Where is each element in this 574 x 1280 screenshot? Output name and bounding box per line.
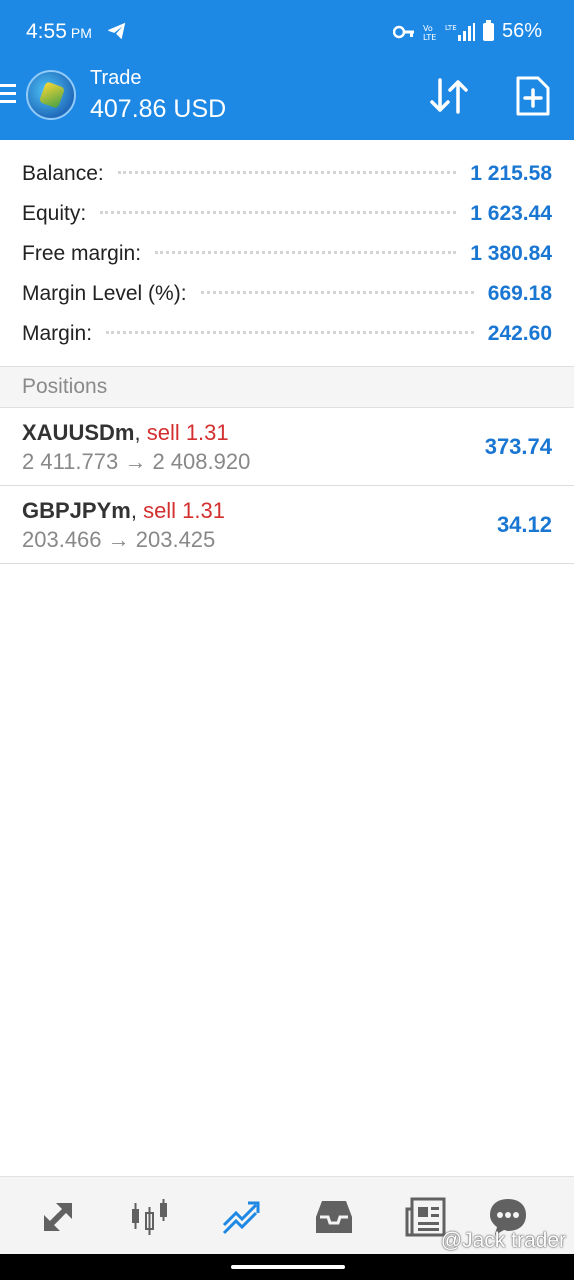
bottom-navigation: @Jack trader	[0, 1176, 574, 1254]
watermark-text: @Jack trader	[440, 1229, 566, 1252]
network-type-label: LTE	[445, 24, 457, 32]
summary-row-margin: Margin: 242.60	[0, 314, 574, 354]
summary-value: 1 623.44	[470, 202, 552, 225]
sort-button[interactable]	[428, 76, 472, 116]
volte-icon: Vo LTE	[423, 24, 436, 41]
position-side: sell 1.31	[143, 498, 226, 523]
trade-icon	[222, 1201, 260, 1235]
position-title: GBPJPYm, sell 1.31	[22, 498, 226, 523]
summary-row-free-margin: Free margin: 1 380.84	[0, 234, 574, 274]
summary-row-equity: Equity: 1 623.44	[0, 194, 574, 234]
status-time-value: 4:55	[26, 20, 67, 43]
summary-row-balance: Balance: 1 215.58	[0, 154, 574, 194]
battery-percent: 56%	[501, 20, 542, 42]
dotted-leader	[100, 206, 457, 214]
status-icons: Vo LTE LTE 56%	[392, 19, 542, 43]
system-gesture-bar	[0, 1254, 574, 1280]
nav-quotes[interactable]	[34, 1193, 82, 1241]
signal-icon: LTE	[445, 22, 475, 41]
nav-history[interactable]	[310, 1193, 358, 1241]
page-title: Trade	[90, 67, 142, 89]
svg-text:LTE: LTE	[423, 33, 436, 41]
summary-value: 1 215.58	[470, 162, 552, 185]
position-symbol: XAUUSDm	[22, 420, 135, 445]
dotted-leader	[117, 166, 457, 174]
summary-label: Free margin:	[22, 242, 142, 265]
position-row[interactable]: XAUUSDm, sell 1.31 2 411.773 → 2 408.920…	[0, 408, 574, 486]
new-order-button[interactable]	[510, 74, 554, 118]
nav-chart[interactable]	[126, 1193, 174, 1241]
telegram-icon	[107, 22, 126, 40]
position-profit: 34.12	[496, 512, 552, 537]
summary-label: Balance:	[22, 162, 104, 185]
summary-label: Margin:	[22, 322, 93, 345]
nav-trade[interactable]	[218, 1193, 266, 1241]
summary-value: 1 380.84	[470, 242, 552, 265]
account-profit: 407.86 USD	[90, 95, 227, 123]
home-gesture-handle[interactable]	[231, 1265, 345, 1269]
account-summary: Balance: 1 215.58 Equity: 1 623.44 Free …	[0, 154, 574, 354]
history-inbox-icon	[316, 1201, 352, 1233]
position-prices: 203.466 → 203.425	[22, 527, 216, 552]
vpn-key-icon	[392, 25, 414, 38]
position-title: XAUUSDm, sell 1.31	[22, 420, 229, 445]
status-time: 4:55 PM	[26, 20, 92, 44]
status-bar: 4:55 PM Vo LTE LTE 56%	[0, 0, 574, 62]
summary-row-margin-level: Margin Level (%): 669.18	[0, 274, 574, 314]
position-side: sell 1.31	[146, 420, 229, 445]
positions-section-header: Positions	[0, 366, 574, 408]
position-profit: 373.74	[484, 434, 552, 459]
position-symbol: GBPJPYm	[22, 498, 131, 523]
dotted-leader	[106, 326, 474, 334]
svg-text:Vo: Vo	[423, 24, 433, 33]
app-bar: Trade 407.86 USD	[0, 62, 574, 140]
summary-label: Margin Level (%):	[22, 282, 187, 305]
menu-icon[interactable]	[0, 84, 16, 106]
dotted-leader	[155, 246, 457, 254]
summary-value: 242.60	[487, 322, 552, 345]
position-row[interactable]: GBPJPYm, sell 1.31 203.466 → 203.425 34.…	[0, 486, 574, 564]
summary-value: 669.18	[487, 282, 552, 305]
dotted-leader	[200, 286, 474, 294]
position-prices: 2 411.773 → 2 408.920	[22, 449, 251, 474]
positions-header-label: Positions	[22, 375, 108, 398]
battery-icon	[482, 19, 494, 41]
metatrader-logo	[26, 70, 76, 120]
status-ampm: PM	[70, 25, 92, 41]
quotes-icon	[44, 1203, 72, 1231]
summary-label: Equity:	[22, 202, 87, 225]
chart-candles-icon	[132, 1199, 167, 1235]
